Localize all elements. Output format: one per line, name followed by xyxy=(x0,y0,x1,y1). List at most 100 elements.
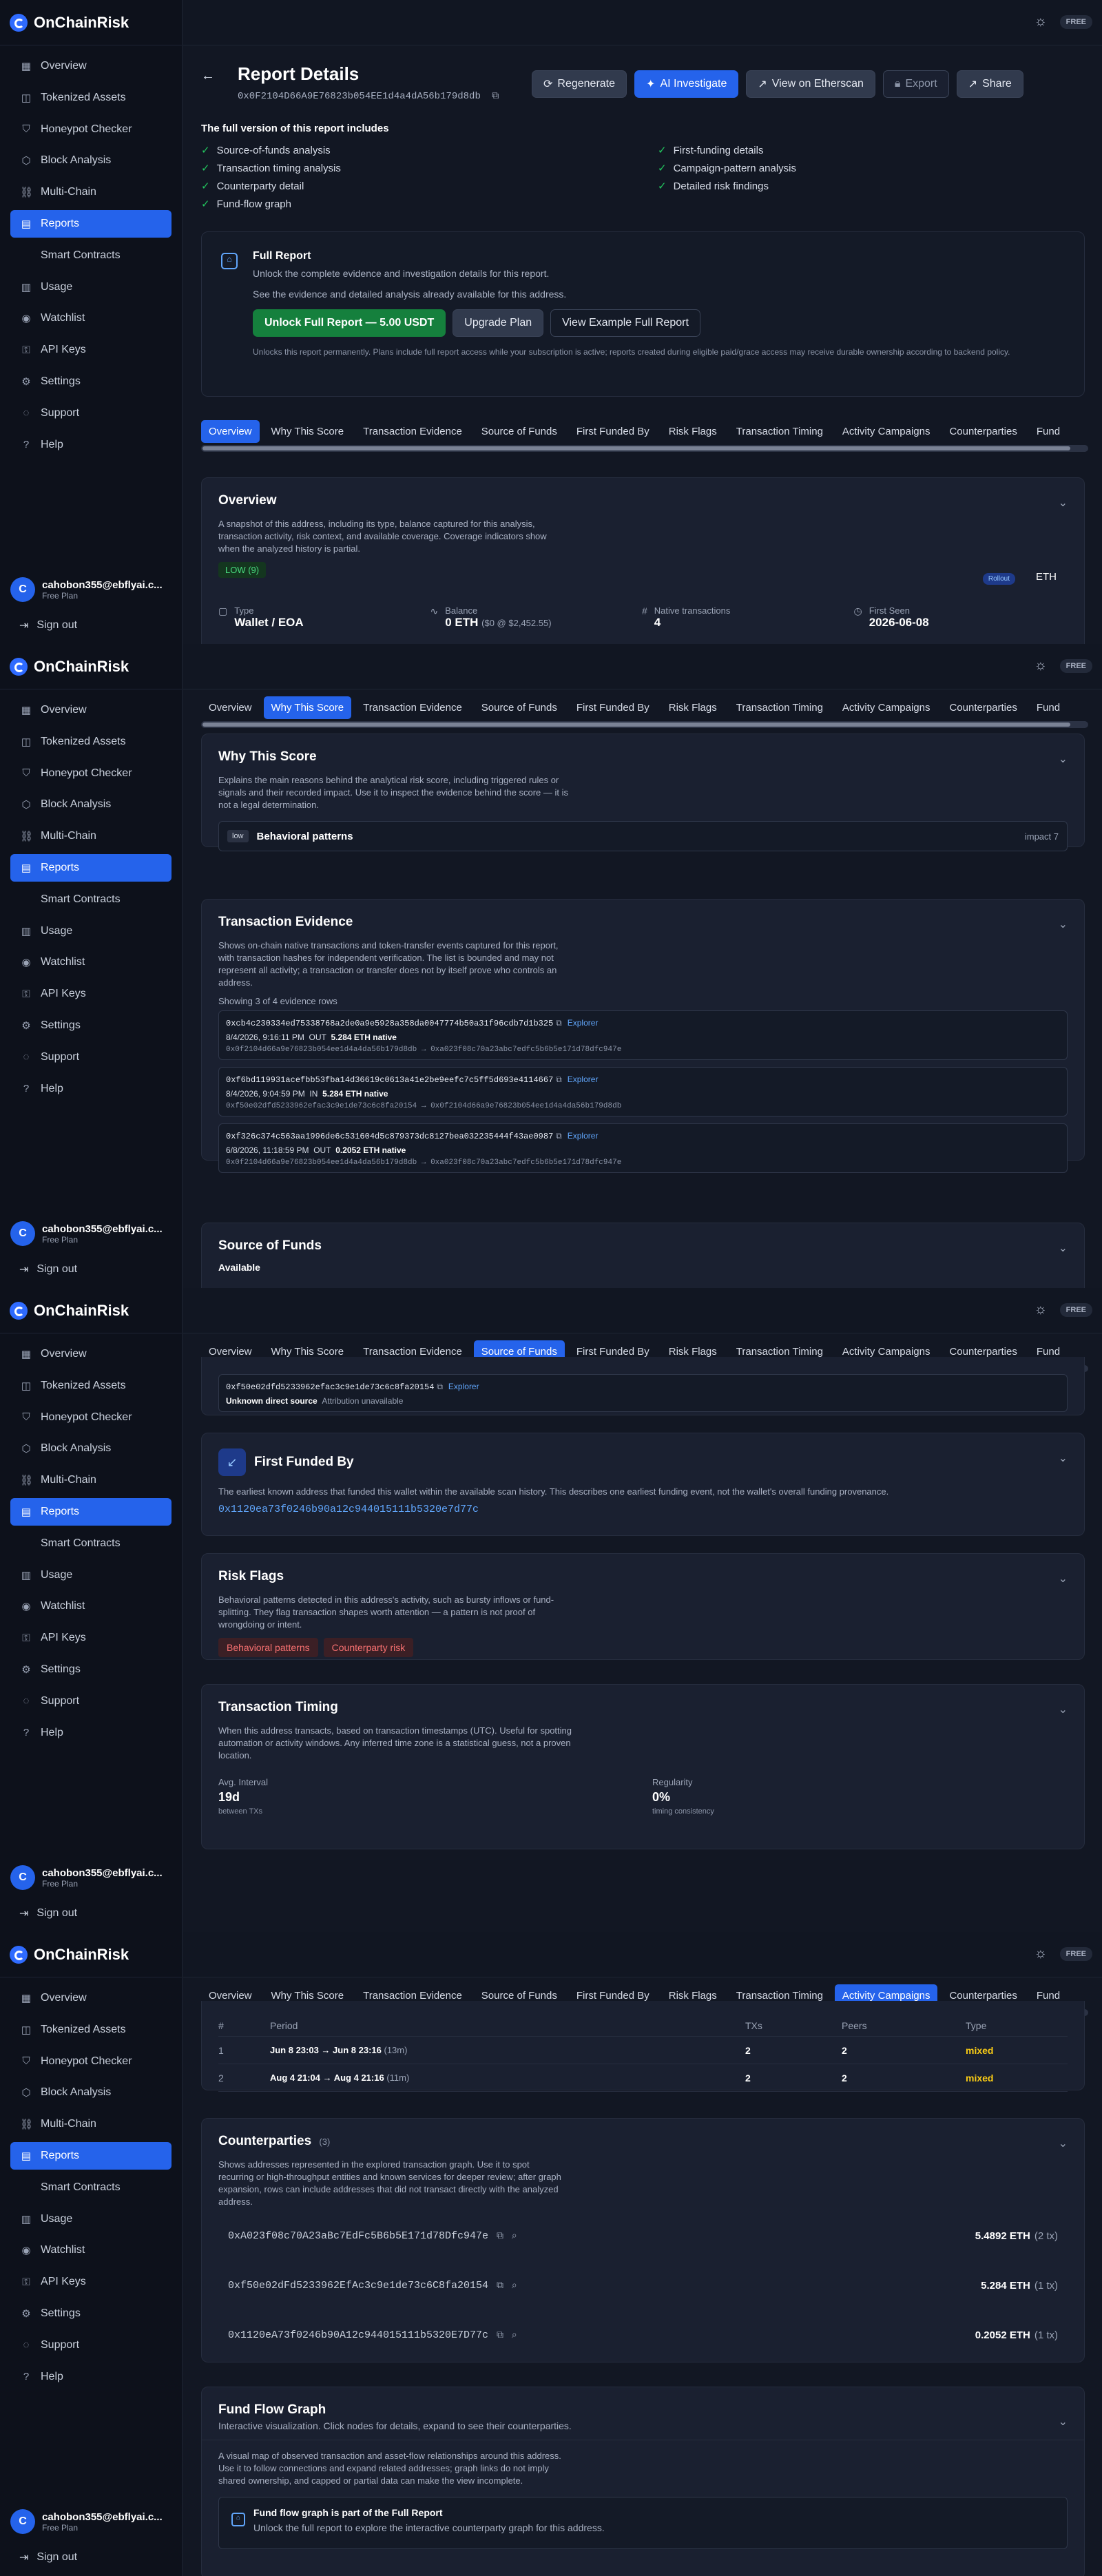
chevron-down-icon[interactable]: ⌄ xyxy=(1059,1451,1068,1465)
copy-icon[interactable]: ⧉ xyxy=(497,2279,503,2290)
tab-3[interactable]: Source of Funds xyxy=(474,696,565,719)
sidebar-item-help[interactable]: ? Help xyxy=(10,2363,171,2391)
tab-5[interactable]: Risk Flags xyxy=(661,420,725,443)
copy-icon[interactable]: ⧉ xyxy=(497,2329,503,2340)
sidebar-item-api-keys[interactable]: ⚿ API Keys xyxy=(10,980,171,1008)
tab-0[interactable]: Overview xyxy=(201,419,260,443)
tab-7[interactable]: Activity Campaigns xyxy=(835,696,938,719)
sign-out-button[interactable]: ⇥ Sign out xyxy=(19,1907,77,1920)
sidebar-item-smart-contracts[interactable]: Smart Contracts xyxy=(10,1530,171,1557)
chevron-down-icon[interactable]: ⌄ xyxy=(1059,1703,1068,1716)
tab-9[interactable]: Fund xyxy=(1029,696,1068,719)
back-button[interactable]: ← xyxy=(201,68,215,84)
sidebar-item-reports[interactable]: ▤ Reports xyxy=(10,853,171,882)
sidebar-item-settings[interactable]: ⚙ Settings xyxy=(10,1656,171,1683)
sidebar-item-settings[interactable]: ⚙ Settings xyxy=(10,368,171,395)
counterparty-row[interactable]: 0xA023f08c70A23aBc7EdFc5B6b5E171d78Dfc94… xyxy=(218,2211,1068,2261)
tab-2[interactable]: Transaction Evidence xyxy=(355,420,470,443)
sidebar-item-support[interactable]: ◌ Support xyxy=(10,399,171,427)
sign-out-button[interactable]: ⇥ Sign out xyxy=(19,619,77,632)
counterparty-row[interactable]: 0xf50e02dFd5233962EfAc3c9e1de73c6C8fa201… xyxy=(218,2261,1068,2310)
chevron-down-icon[interactable]: ⌄ xyxy=(1059,2137,1068,2150)
tab-4[interactable]: First Funded By xyxy=(569,696,657,719)
sidebar-item-usage[interactable]: ▥ Usage xyxy=(10,273,171,301)
counterparty-row[interactable]: 0x1120eA73f0246b90A12c944015111b5320E7D7… xyxy=(218,2310,1068,2360)
sidebar-item-smart-contracts[interactable]: Smart Contracts xyxy=(10,886,171,913)
brand[interactable]: OnChainRisk xyxy=(0,1932,182,1977)
unlock-button[interactable]: Unlock Full Report — 5.00 USDT xyxy=(253,309,446,337)
explorer-link[interactable]: Explorer xyxy=(568,1074,599,1084)
sidebar-item-smart-contracts[interactable]: Smart Contracts xyxy=(10,242,171,269)
chevron-down-icon[interactable]: ⌄ xyxy=(1059,1572,1068,1586)
sidebar-item-multi-chain[interactable]: ⛓ Multi-Chain xyxy=(10,1466,171,1494)
tab-1[interactable]: Why This Score xyxy=(263,696,352,719)
sidebar-item-api-keys[interactable]: ⚿ API Keys xyxy=(10,336,171,364)
sidebar-item-block-analysis[interactable]: ⬡ Block Analysis xyxy=(10,791,171,818)
sidebar-item-watchlist[interactable]: ◉ Watchlist xyxy=(10,1592,171,1620)
sidebar-item-multi-chain[interactable]: ⛓ Multi-Chain xyxy=(10,178,171,206)
table-row[interactable]: 1 Jun 8 23:03 → Jun 8 23:16 (13m) 2 2 mi… xyxy=(218,2037,1068,2064)
user-profile[interactable]: C cahobon355@ebflyai.c... Free Plan xyxy=(10,2509,163,2534)
tabs-scrollbar[interactable] xyxy=(201,721,1088,728)
sidebar-item-overview[interactable]: ▦ Overview xyxy=(10,1340,171,1368)
sidebar-item-settings[interactable]: ⚙ Settings xyxy=(10,1012,171,1039)
chevron-down-icon[interactable]: ⌄ xyxy=(1059,1241,1068,1255)
explorer-link[interactable]: Explorer xyxy=(568,1018,599,1028)
tabs-scrollbar[interactable] xyxy=(201,445,1088,452)
tab-8[interactable]: Counterparties xyxy=(942,420,1024,443)
sidebar-item-overview[interactable]: ▦ Overview xyxy=(10,52,171,80)
view-example-button[interactable]: View Example Full Report xyxy=(550,309,700,337)
search-icon[interactable]: ⌕ xyxy=(512,2279,517,2290)
sidebar-item-reports[interactable]: ▤ Reports xyxy=(10,1497,171,1526)
sidebar-item-api-keys[interactable]: ⚿ API Keys xyxy=(10,2268,171,2296)
user-profile[interactable]: C cahobon355@ebflyai.c... Free Plan xyxy=(10,1865,163,1890)
sidebar-item-reports[interactable]: ▤ Reports xyxy=(10,209,171,238)
sidebar-item-support[interactable]: ◌ Support xyxy=(10,1687,171,1715)
sidebar-item-support[interactable]: ◌ Support xyxy=(10,2331,171,2359)
scrollbar-thumb[interactable] xyxy=(202,446,1070,450)
sidebar-item-help[interactable]: ? Help xyxy=(10,431,171,459)
theme-toggle-icon[interactable]: ☼ xyxy=(1035,1946,1047,1962)
sidebar-item-watchlist[interactable]: ◉ Watchlist xyxy=(10,2236,171,2264)
sidebar-item-overview[interactable]: ▦ Overview xyxy=(10,696,171,724)
tab-8[interactable]: Counterparties xyxy=(942,696,1024,719)
tab-6[interactable]: Transaction Timing xyxy=(729,420,831,443)
sidebar-item-smart-contracts[interactable]: Smart Contracts xyxy=(10,2174,171,2201)
sidebar-item-honeypot-checker[interactable]: ⛉ Honeypot Checker xyxy=(10,116,171,143)
tab-0[interactable]: Overview xyxy=(201,696,260,719)
brand[interactable]: OnChainRisk xyxy=(0,1288,182,1333)
sidebar-item-watchlist[interactable]: ◉ Watchlist xyxy=(10,304,171,332)
sidebar-item-usage[interactable]: ▥ Usage xyxy=(10,2205,171,2233)
chevron-down-icon[interactable]: ⌄ xyxy=(1059,917,1068,931)
sidebar-item-block-analysis[interactable]: ⬡ Block Analysis xyxy=(10,147,171,174)
sidebar-item-block-analysis[interactable]: ⬡ Block Analysis xyxy=(10,2079,171,2106)
chevron-down-icon[interactable]: ⌄ xyxy=(1059,752,1068,766)
share-button[interactable]: ↗ Share xyxy=(956,70,1023,98)
theme-toggle-icon[interactable]: ☼ xyxy=(1035,1302,1047,1318)
search-icon[interactable]: ⌕ xyxy=(512,2230,517,2241)
sidebar-item-tokenized-assets[interactable]: ◫ Tokenized Assets xyxy=(10,84,171,112)
copy-icon[interactable]: ⧉ xyxy=(556,1131,562,1141)
sign-out-button[interactable]: ⇥ Sign out xyxy=(19,1263,77,1276)
export-button[interactable]: 🔒︎ Export xyxy=(882,70,949,98)
sidebar-item-tokenized-assets[interactable]: ◫ Tokenized Assets xyxy=(10,1372,171,1400)
sidebar-item-overview[interactable]: ▦ Overview xyxy=(10,1984,171,2012)
tab-1[interactable]: Why This Score xyxy=(264,420,352,443)
sidebar-item-honeypot-checker[interactable]: ⛉ Honeypot Checker xyxy=(10,1404,171,1431)
explorer-link[interactable]: Explorer xyxy=(448,1382,479,1391)
explorer-link[interactable]: Explorer xyxy=(568,1131,599,1141)
brand[interactable]: OnChainRisk xyxy=(0,644,182,689)
scrollbar-thumb[interactable] xyxy=(202,723,1070,727)
sidebar-item-watchlist[interactable]: ◉ Watchlist xyxy=(10,948,171,976)
tab-4[interactable]: First Funded By xyxy=(569,420,657,443)
sign-out-button[interactable]: ⇥ Sign out xyxy=(19,2551,77,2564)
tab-6[interactable]: Transaction Timing xyxy=(729,696,831,719)
sidebar-item-reports[interactable]: ▤ Reports xyxy=(10,2141,171,2170)
copy-icon[interactable]: ⧉ xyxy=(437,1382,443,1391)
sidebar-item-multi-chain[interactable]: ⛓ Multi-Chain xyxy=(10,2110,171,2138)
tab-2[interactable]: Transaction Evidence xyxy=(355,696,470,719)
sidebar-item-api-keys[interactable]: ⚿ API Keys xyxy=(10,1624,171,1652)
tab-9[interactable]: Fund xyxy=(1029,420,1068,443)
tab-3[interactable]: Source of Funds xyxy=(474,420,565,443)
chevron-down-icon[interactable]: ⌄ xyxy=(1059,2415,1068,2429)
